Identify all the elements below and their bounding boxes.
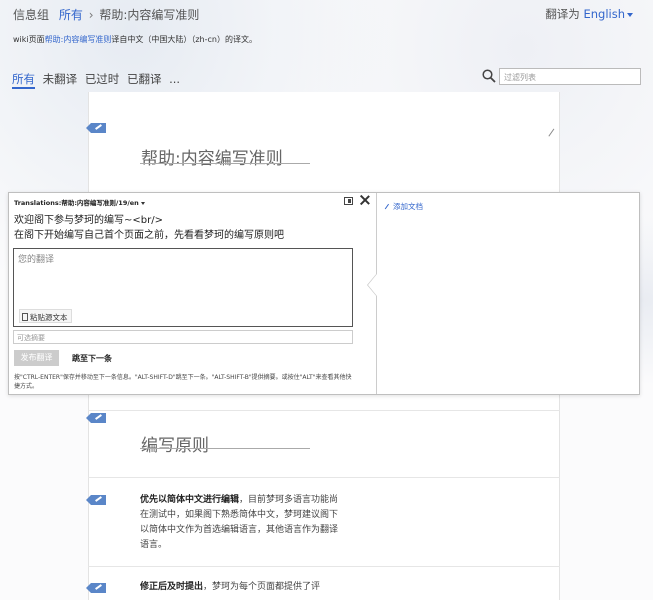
layout-toggle-icon[interactable] xyxy=(344,197,353,205)
breadcrumb: 信息组 所有 › 帮助:内容编写准则 xyxy=(13,6,199,23)
breadcrumb-all-link[interactable]: 所有 xyxy=(59,8,83,22)
summary-placeholder: 可选摘要 xyxy=(17,334,45,342)
search-icon[interactable] xyxy=(482,69,496,83)
paragraph-2[interactable]: 修正后及时提出，梦珂为每个页面都提供了评 xyxy=(140,580,360,595)
message-key-header[interactable]: Translations:帮助:内容编写准则/19/en xyxy=(14,197,145,207)
skip-to-next-button[interactable]: 跳至下一条 xyxy=(72,353,112,364)
breadcrumb-page: 帮助:内容编写准则 xyxy=(99,8,200,22)
message-namespace: Translations: xyxy=(14,199,62,207)
tab-outdated[interactable]: 已过时 xyxy=(85,72,120,86)
row-divider xyxy=(88,566,560,567)
paste-source-button[interactable]: 粘贴源文本 xyxy=(19,309,72,323)
paragraph-2-bold: 修正后及时提出 xyxy=(140,582,204,592)
translation-textarea[interactable]: 您的翻译 粘贴源文本 xyxy=(13,248,353,327)
message-filter-tabs: 所有 未翻译 已过时 已翻译 ... xyxy=(12,71,184,89)
source-text: 欢迎阁下参与梦珂的编写~<br/> 在阁下开始编写自己首个页面之前，先看看梦珂的… xyxy=(14,213,284,243)
breadcrumb-separator: › xyxy=(88,8,94,22)
top-bar: 信息组 所有 › 帮助:内容编写准则 翻译为 English wiki页面帮助:… xyxy=(0,0,653,92)
target-language-selector[interactable]: 翻译为 English xyxy=(545,6,633,22)
description-suffix: 译自中文（中国大陆）（zh-cn）的译文。 xyxy=(111,35,257,44)
source-line-2: 在阁下开始编写自己首个页面之前，先看看梦珂的编写原则吧 xyxy=(14,230,284,241)
pencil-icon[interactable] xyxy=(86,123,106,133)
page-title-source[interactable]: 帮助:内容编写准则 xyxy=(141,144,283,169)
pencil-icon[interactable] xyxy=(86,413,106,423)
close-icon[interactable] xyxy=(359,194,371,206)
tab-more[interactable]: ... xyxy=(169,72,180,86)
heading-underline xyxy=(140,448,310,449)
title-underline xyxy=(140,163,310,164)
filter-list-input[interactable]: 过滤列表 xyxy=(499,68,641,85)
panel-pointer xyxy=(367,273,377,297)
translation-placeholder: 您的翻译 xyxy=(18,255,55,265)
editor-main-panel: Translations:帮助:内容编写准则/19/en 欢迎阁下参与梦珂的编写… xyxy=(9,193,377,394)
filter-list-placeholder: 过滤列表 xyxy=(504,73,536,82)
paste-source-label: 粘贴源文本 xyxy=(30,313,68,322)
description-prefix: wiki页面 xyxy=(13,35,45,44)
translate-to-label: 翻译为 xyxy=(545,7,580,21)
publish-translation-button[interactable]: 发布翻译 xyxy=(14,350,59,366)
section-heading-principles[interactable]: 编写原则 xyxy=(141,431,209,456)
add-documentation-label: 添加文档 xyxy=(393,202,423,211)
message-key: 帮助:内容编写准则/19/en xyxy=(61,199,139,207)
tab-translated[interactable]: 已翻译 xyxy=(127,72,162,86)
edit-pencil-icon[interactable] xyxy=(546,128,556,138)
clipboard-icon xyxy=(22,313,28,321)
pencil-icon xyxy=(384,203,390,210)
add-documentation-link[interactable]: 添加文档 xyxy=(384,201,423,212)
summary-input[interactable]: 可选摘要 xyxy=(13,330,353,344)
translation-editor: Translations:帮助:内容编写准则/19/en 欢迎阁下参与梦珂的编写… xyxy=(8,192,640,395)
paragraph-1-bold: 优先以简体中文进行编辑 xyxy=(140,495,240,505)
tab-untranslated[interactable]: 未翻译 xyxy=(43,72,78,86)
pencil-icon[interactable] xyxy=(86,495,106,505)
row-divider xyxy=(88,410,560,411)
page-description: wiki页面帮助:内容编写准则译自中文（中国大陆）（zh-cn）的译文。 xyxy=(13,34,257,45)
chevron-down-icon xyxy=(140,201,145,205)
chevron-down-icon xyxy=(627,12,633,17)
breadcrumb-group[interactable]: 信息组 xyxy=(13,8,49,22)
pencil-icon[interactable] xyxy=(86,583,106,593)
description-page-link[interactable]: 帮助:内容编写准则 xyxy=(45,35,112,44)
target-language-link[interactable]: English xyxy=(583,7,625,21)
paragraph-1[interactable]: 优先以简体中文进行编辑，目前梦珂多语言功能尚在测试中，如果阁下熟悉简体中文，梦珂… xyxy=(140,493,340,553)
row-divider xyxy=(88,477,560,478)
tab-all[interactable]: 所有 xyxy=(12,72,35,89)
source-line-1: 欢迎阁下参与梦珂的编写~<br/> xyxy=(14,215,163,226)
paragraph-2-text: ，梦珂为每个页面都提供了评 xyxy=(203,582,321,592)
keyboard-shortcut-hint: 按"CTRL-ENTER"保存并移动至下一条信息。"ALT-SHIFT-D"跳至… xyxy=(14,374,352,390)
